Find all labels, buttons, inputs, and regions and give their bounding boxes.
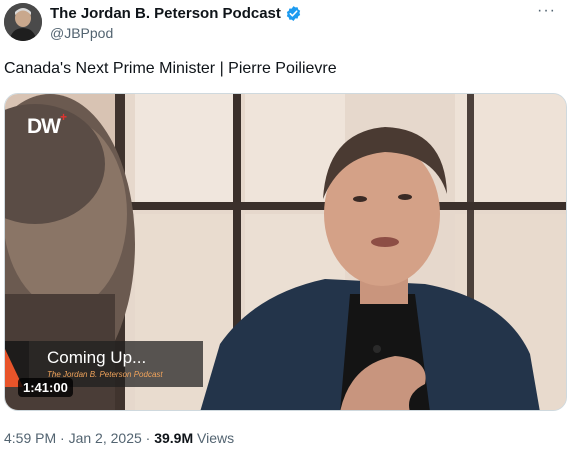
verified-badge-icon — [286, 6, 301, 21]
video-duration-badge: 1:41:00 — [18, 378, 73, 397]
meta-separator: · — [60, 430, 65, 446]
views-count[interactable]: 39.9M — [154, 430, 193, 446]
avatar-portrait-icon — [4, 3, 42, 41]
tweet-date[interactable]: Jan 2, 2025 — [69, 430, 142, 446]
coming-up-title: Coming Up... — [47, 348, 147, 367]
views-label: Views — [197, 430, 235, 446]
meta-separator: · — [145, 430, 151, 446]
video-player[interactable]: DW+ Coming Up... The Jordan B. Peterson … — [4, 93, 567, 411]
author-handle[interactable]: @JBPpod — [50, 25, 113, 41]
author-name[interactable]: The Jordan B. Peterson Podcast — [50, 5, 281, 22]
author-line: The Jordan B. Peterson Podcast — [50, 5, 302, 22]
dw-logo: DW+ — [27, 110, 67, 139]
tweet-time[interactable]: 4:59 PM — [4, 430, 56, 446]
more-options-icon[interactable]: ··· — [537, 2, 556, 20]
dw-logo-text: DW — [27, 115, 61, 138]
tweet-text: Canada's Next Prime Minister | Pierre Po… — [4, 60, 337, 77]
tweet-meta: 4:59 PM · Jan 2, 2025 · 39.9M Views — [4, 430, 234, 446]
dw-logo-mark: + — [60, 110, 67, 124]
author-avatar[interactable] — [4, 3, 42, 41]
